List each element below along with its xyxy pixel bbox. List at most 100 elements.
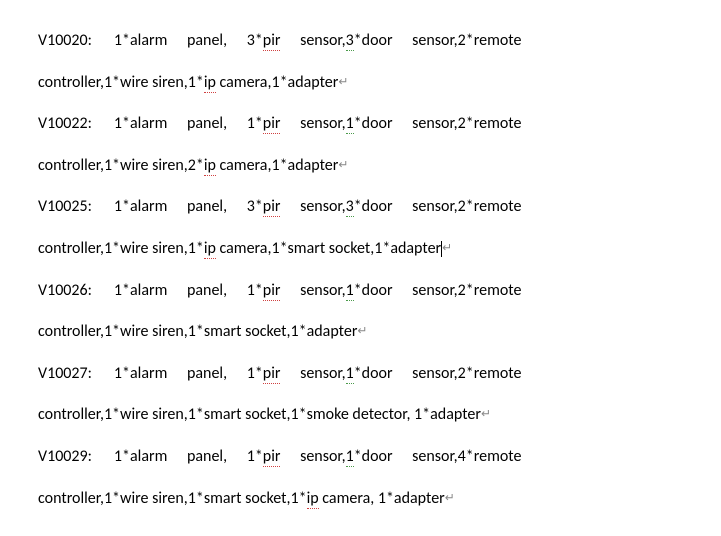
text-run: sensor,2*remote: [412, 31, 521, 50]
text-run: 1*alarm: [114, 447, 167, 466]
text-run: controller,1*wire siren,1*: [38, 239, 204, 258]
text-run: [393, 447, 397, 466]
text-run: sensor,2*remote: [412, 114, 521, 133]
text-run: 1*: [247, 281, 263, 300]
text-run: 3*: [247, 31, 263, 50]
text-run: sensor,: [300, 281, 346, 300]
pir-text: pir: [263, 197, 281, 217]
return-mark-icon: ↵: [442, 242, 452, 256]
text-run: [227, 447, 231, 466]
text-run: panel,: [187, 114, 227, 133]
text-run: camera,1*smart socket,1*adapter: [216, 239, 441, 258]
product-entry: V10029: 1*alarm panel, 1*pir sensor,1*doo…: [38, 436, 683, 519]
text-run: [227, 197, 231, 216]
qty-text: 1: [346, 364, 354, 384]
product-code: V10025:: [38, 197, 92, 216]
text-run: controller,1*wire siren,1*smart socket,1…: [38, 405, 481, 424]
text-run: 1*: [247, 447, 263, 466]
text-run: [280, 114, 284, 133]
text-run: [227, 114, 231, 133]
entries-container: V10020:1*alarm panel, 3*pir sensor,3*doo…: [38, 20, 683, 519]
text-run: 1*alarm: [114, 281, 167, 300]
text-run: [393, 114, 397, 133]
product-entry: V10026: 1*alarm panel, 1*pir sensor,1*doo…: [38, 270, 683, 353]
return-mark-icon: ↵: [357, 325, 367, 339]
text-run: *door: [354, 447, 393, 466]
text-run: panel,: [187, 447, 227, 466]
text-run: [280, 197, 284, 216]
text-run: [280, 364, 284, 383]
ip-text: ip: [204, 156, 216, 176]
product-entry: V10020: 1*alarm panel, 3*pir sensor,3*doo…: [38, 20, 683, 103]
return-mark-icon: ↵: [338, 158, 348, 172]
text-run: [167, 447, 171, 466]
text-run: 3*: [247, 197, 263, 216]
text-run: controller,1*wire siren,1*: [38, 73, 204, 92]
text-run: panel,: [187, 197, 227, 216]
text-run: [167, 114, 171, 133]
text-run: panel,: [187, 364, 227, 383]
product-code: V10026:: [38, 281, 92, 300]
text-run: controller,1*wire siren,2*: [38, 156, 204, 175]
text-run: [393, 281, 397, 300]
ip-text: ip: [204, 239, 216, 259]
pir-text: pir: [263, 364, 281, 384]
text-run: sensor,: [300, 197, 346, 216]
product-code: V10022:: [38, 114, 92, 133]
text-run: sensor,: [300, 447, 346, 466]
text-run: [393, 197, 397, 216]
product-code: V10029:: [38, 447, 92, 466]
qty-text: 3: [346, 31, 354, 51]
text-run: controller,1*wire siren,1*smart socket,1…: [38, 489, 307, 508]
text-run: [167, 364, 171, 383]
qty-text: 1: [346, 447, 354, 467]
text-run: [167, 31, 171, 50]
text-run: [280, 447, 284, 466]
qty-text: 3: [346, 197, 354, 217]
text-run: [393, 364, 397, 383]
text-run: sensor,: [300, 31, 346, 50]
text-run: *door: [354, 364, 393, 383]
text-run: *door: [354, 197, 393, 216]
product-entry: V10022: 1*alarm panel, 1*pir sensor,1*doo…: [38, 103, 683, 186]
text-run: 1*alarm: [114, 197, 167, 216]
text-run: sensor,2*remote: [412, 197, 521, 216]
return-mark-icon: ↵: [445, 491, 455, 505]
text-run: *door: [354, 281, 393, 300]
text-run: sensor,4*remote: [412, 447, 521, 466]
text-run: sensor,: [300, 364, 346, 383]
text-run: *door: [354, 114, 393, 133]
text-run: panel,: [187, 31, 227, 50]
text-run: 1*alarm: [114, 114, 167, 133]
text-run: [227, 31, 231, 50]
product-entry: V10027:1*alarm panel, 1*pir sensor,1*doo…: [38, 353, 683, 436]
return-mark-icon: ↵: [338, 75, 348, 89]
text-run: [280, 31, 284, 50]
text-run: 1*: [247, 114, 263, 133]
document-page: V10020:1*alarm panel, 3*pir sensor,3*doo…: [0, 0, 721, 536]
text-run: sensor,: [300, 114, 346, 133]
text-run: [227, 281, 231, 300]
text-run: camera,1*adapter: [216, 73, 338, 92]
qty-text: 1: [346, 114, 354, 134]
ip-text: ip: [204, 73, 216, 93]
text-run: 1*alarm: [114, 364, 167, 383]
pir-text: pir: [263, 447, 281, 467]
text-run: camera, 1*adapter: [319, 489, 445, 508]
pir-text: pir: [263, 281, 281, 301]
text-run: [393, 31, 397, 50]
text-run: 1*: [247, 364, 263, 383]
text-run: camera,1*adapter: [216, 156, 338, 175]
text-run: *door: [354, 31, 393, 50]
text-run: [167, 281, 171, 300]
pir-text: pir: [263, 31, 281, 51]
pir-text: pir: [263, 114, 281, 134]
product-code: V10020:: [38, 31, 92, 50]
text-run: 1*alarm: [114, 31, 167, 50]
text-run: [227, 364, 231, 383]
return-mark-icon: ↵: [481, 408, 491, 422]
qty-text: 1: [346, 281, 354, 301]
text-run: sensor,2*remote: [412, 364, 521, 383]
text-run: panel,: [187, 281, 227, 300]
text-run: controller,1*wire siren,1*smart socket,1…: [38, 322, 357, 341]
